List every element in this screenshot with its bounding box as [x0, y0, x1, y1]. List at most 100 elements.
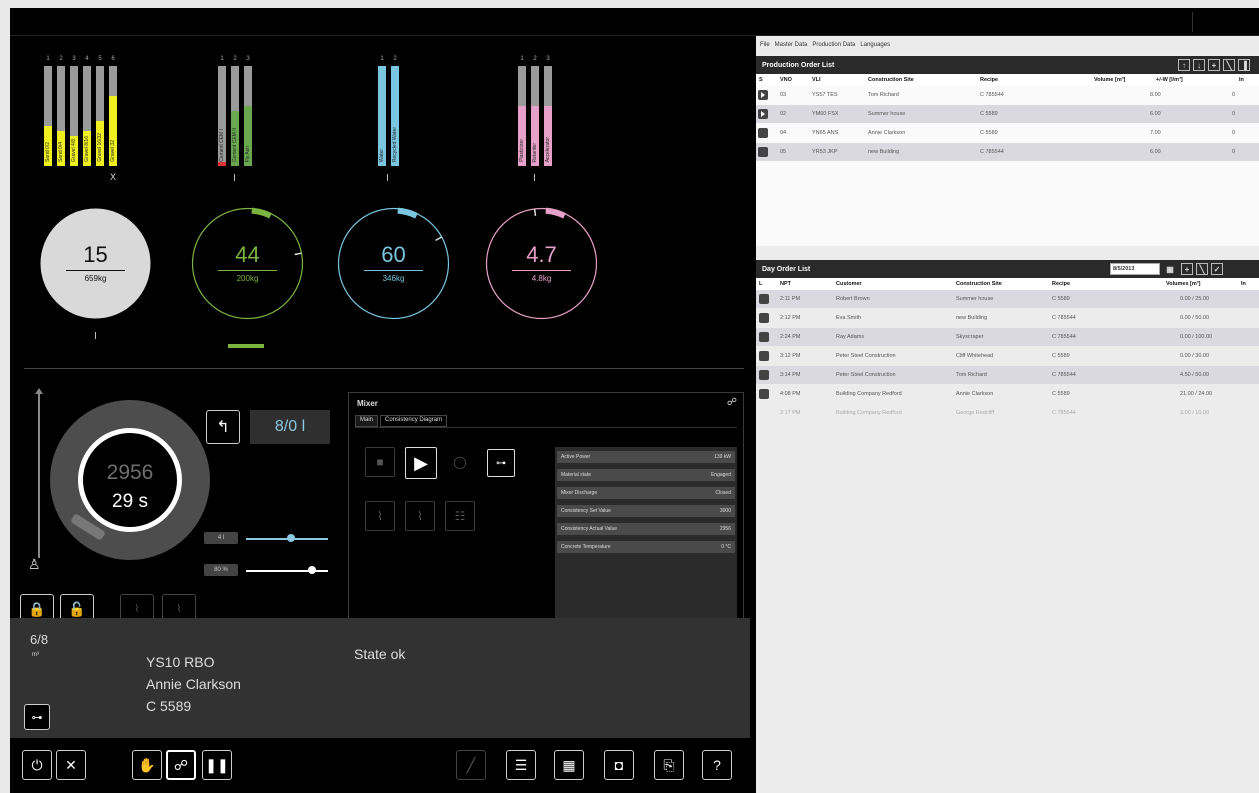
- table-row[interactable]: 4:08 PM Building Company Redford Annie Cla…: [756, 385, 1259, 403]
- column-header[interactable]: Recipe: [980, 74, 998, 86]
- valve-button[interactable]: ⊶: [487, 449, 515, 477]
- cell-customer: Ray Adams: [836, 334, 865, 340]
- dosing-active-indicator: [228, 344, 264, 348]
- pause-button[interactable]: ❚❚: [202, 750, 232, 780]
- discharge-close-button[interactable]: ⌇: [405, 501, 435, 531]
- valve-button[interactable]: ⊶: [24, 704, 50, 730]
- table-row[interactable]: 2:12 PM Eva Smith new Building C 785544 0.00…: [756, 309, 1259, 327]
- table-row[interactable]: 3:14 PM Peter Steel Construction Tom Richa…: [756, 366, 1259, 384]
- discharge-open-button[interactable]: ⌇: [365, 501, 395, 531]
- date-field[interactable]: 8/5/2013: [1110, 263, 1160, 275]
- ladder-button[interactable]: ☷: [445, 501, 475, 531]
- status-icon[interactable]: [759, 370, 769, 380]
- table-row[interactable]: 04 YN65 ANS Annie Clarkson C 5589 7.00 0: [756, 124, 1259, 142]
- start-button[interactable]: ▶: [405, 447, 437, 479]
- tab-consistency-diagram[interactable]: Consistency Diagram: [380, 415, 448, 427]
- silo-bar[interactable]: Cement CEM II: [231, 66, 239, 166]
- power-button[interactable]: ⏻: [22, 750, 52, 780]
- link-icon[interactable]: ☍: [727, 397, 737, 408]
- silo-bar[interactable]: Fly Ash: [244, 66, 252, 166]
- column-header[interactable]: In: [1239, 74, 1244, 86]
- gauge-divider: [66, 270, 125, 271]
- confirm-button[interactable]: ✓: [1211, 263, 1223, 275]
- return-button[interactable]: ↰: [206, 410, 240, 444]
- status-icon[interactable]: [759, 351, 769, 361]
- table-row[interactable]: 2:11 PM Robert Brown Summer house C 5589 0.0…: [756, 290, 1259, 308]
- close-icon[interactable]: X: [110, 172, 116, 182]
- checklist-button[interactable]: ☰: [506, 750, 536, 780]
- column-header[interactable]: In: [1241, 278, 1246, 290]
- column-header[interactable]: Volumes [m³]: [1166, 278, 1200, 290]
- table-row[interactable]: 02 YM60 FSX Summer house C 5589 6.00 0: [756, 105, 1259, 123]
- cell-recipe: C 785544: [1052, 315, 1076, 321]
- link-button[interactable]: ☍: [166, 750, 196, 780]
- height-slider[interactable]: [35, 388, 43, 558]
- stop-button[interactable]: ■: [365, 447, 395, 477]
- column-header[interactable]: L: [759, 278, 762, 290]
- status-icon[interactable]: [758, 90, 768, 100]
- column-header[interactable]: NPT: [780, 278, 791, 290]
- menu-item[interactable]: Production Data: [812, 42, 855, 48]
- silo-bar[interactable]: Water: [378, 66, 386, 166]
- table-row[interactable]: 2:17 PM Building Company Redford George Re…: [756, 404, 1259, 422]
- hand-button[interactable]: ✋: [132, 750, 162, 780]
- status-icon[interactable]: [759, 389, 769, 399]
- calendar-button[interactable]: ▦: [1164, 263, 1176, 275]
- cell-npt: 2:11 PM: [780, 296, 801, 302]
- status-icon[interactable]: [758, 147, 768, 157]
- column-header[interactable]: +/-W [l/m³]: [1156, 74, 1183, 86]
- column-header[interactable]: Volume [m³]: [1094, 74, 1125, 86]
- silo-bar[interactable]: Sand 0/2: [44, 66, 52, 166]
- table-row[interactable]: 3:12 PM Peter Steel Construction Cliff Whi…: [756, 347, 1259, 365]
- status-icon[interactable]: [758, 109, 768, 119]
- edit-order-button[interactable]: ╲: [1223, 59, 1235, 71]
- menu-item[interactable]: Languages: [860, 42, 890, 48]
- status-icon[interactable]: [759, 294, 769, 304]
- column-header[interactable]: Construction Site: [868, 74, 914, 86]
- status-icon[interactable]: [758, 128, 768, 138]
- more-button[interactable]: ▐: [1238, 59, 1250, 71]
- table-row[interactable]: 2:24 PM Ray Adams Skyscraper C 785544 0.00 /…: [756, 328, 1259, 346]
- mixer-drum-button[interactable]: ◯: [445, 447, 475, 477]
- column-header[interactable]: Recipe: [1052, 278, 1070, 290]
- column-header[interactable]: VNO: [780, 74, 792, 86]
- silo-bar[interactable]: Gravel 32: [109, 66, 117, 166]
- column-header[interactable]: VLI: [812, 74, 821, 86]
- component-button[interactable]: ◘: [604, 750, 634, 780]
- cell-site: George Redcliff: [956, 410, 995, 416]
- tab-main[interactable]: Main: [355, 415, 379, 427]
- silo-bar[interactable]: Gravel 16/32: [96, 66, 104, 166]
- move-up-button[interactable]: ↑: [1178, 59, 1190, 71]
- speed-slider-knob[interactable]: [307, 566, 316, 574]
- column-header[interactable]: S: [759, 74, 763, 86]
- silo-bar[interactable]: Cement CEM I: [218, 66, 226, 166]
- door-icon: ⎘: [663, 756, 675, 773]
- production-table: S VNO VLI Construction Site Recipe Volume [m³…: [756, 74, 1259, 246]
- add-day-order-button[interactable]: +: [1181, 263, 1193, 275]
- edit-day-order-button[interactable]: ╲: [1196, 263, 1208, 275]
- water-slider-knob[interactable]: [287, 534, 296, 542]
- column-header[interactable]: Construction Site: [956, 278, 1002, 290]
- silo-bar[interactable]: Retarder: [531, 66, 539, 166]
- cancel-button[interactable]: ✕: [56, 750, 86, 780]
- silo-bar[interactable]: Gravel 4/8: [70, 66, 78, 166]
- silo-bar[interactable]: Plasticizer: [518, 66, 526, 166]
- column-header[interactable]: Customer: [836, 278, 862, 290]
- status-icon[interactable]: [759, 332, 769, 342]
- door-button[interactable]: ⎘: [654, 750, 684, 780]
- status-icon[interactable]: [759, 313, 769, 323]
- menu-item[interactable]: File: [760, 42, 770, 48]
- silo-bar[interactable]: Gravel 8/16: [83, 66, 91, 166]
- menu-item[interactable]: Master Data: [775, 42, 808, 48]
- table-row[interactable]: 03 YS57 TES Tom Richard C 785544 8.00 0: [756, 86, 1259, 104]
- silo-bar[interactable]: Recycled Water: [391, 66, 399, 166]
- grid-button[interactable]: ▦: [554, 750, 584, 780]
- wrench-button[interactable]: ╱: [456, 750, 486, 780]
- silo-bar[interactable]: Sand 0/4: [57, 66, 65, 166]
- silo-bar[interactable]: Accelerator: [544, 66, 552, 166]
- add-order-button[interactable]: +: [1208, 59, 1220, 71]
- move-down-button[interactable]: ↓: [1193, 59, 1205, 71]
- help-button[interactable]: ?: [702, 750, 732, 780]
- table-row[interactable]: 05 YR53 JKP new Building C 785544 6.00 0: [756, 143, 1259, 161]
- speed-slider[interactable]: [246, 570, 328, 572]
